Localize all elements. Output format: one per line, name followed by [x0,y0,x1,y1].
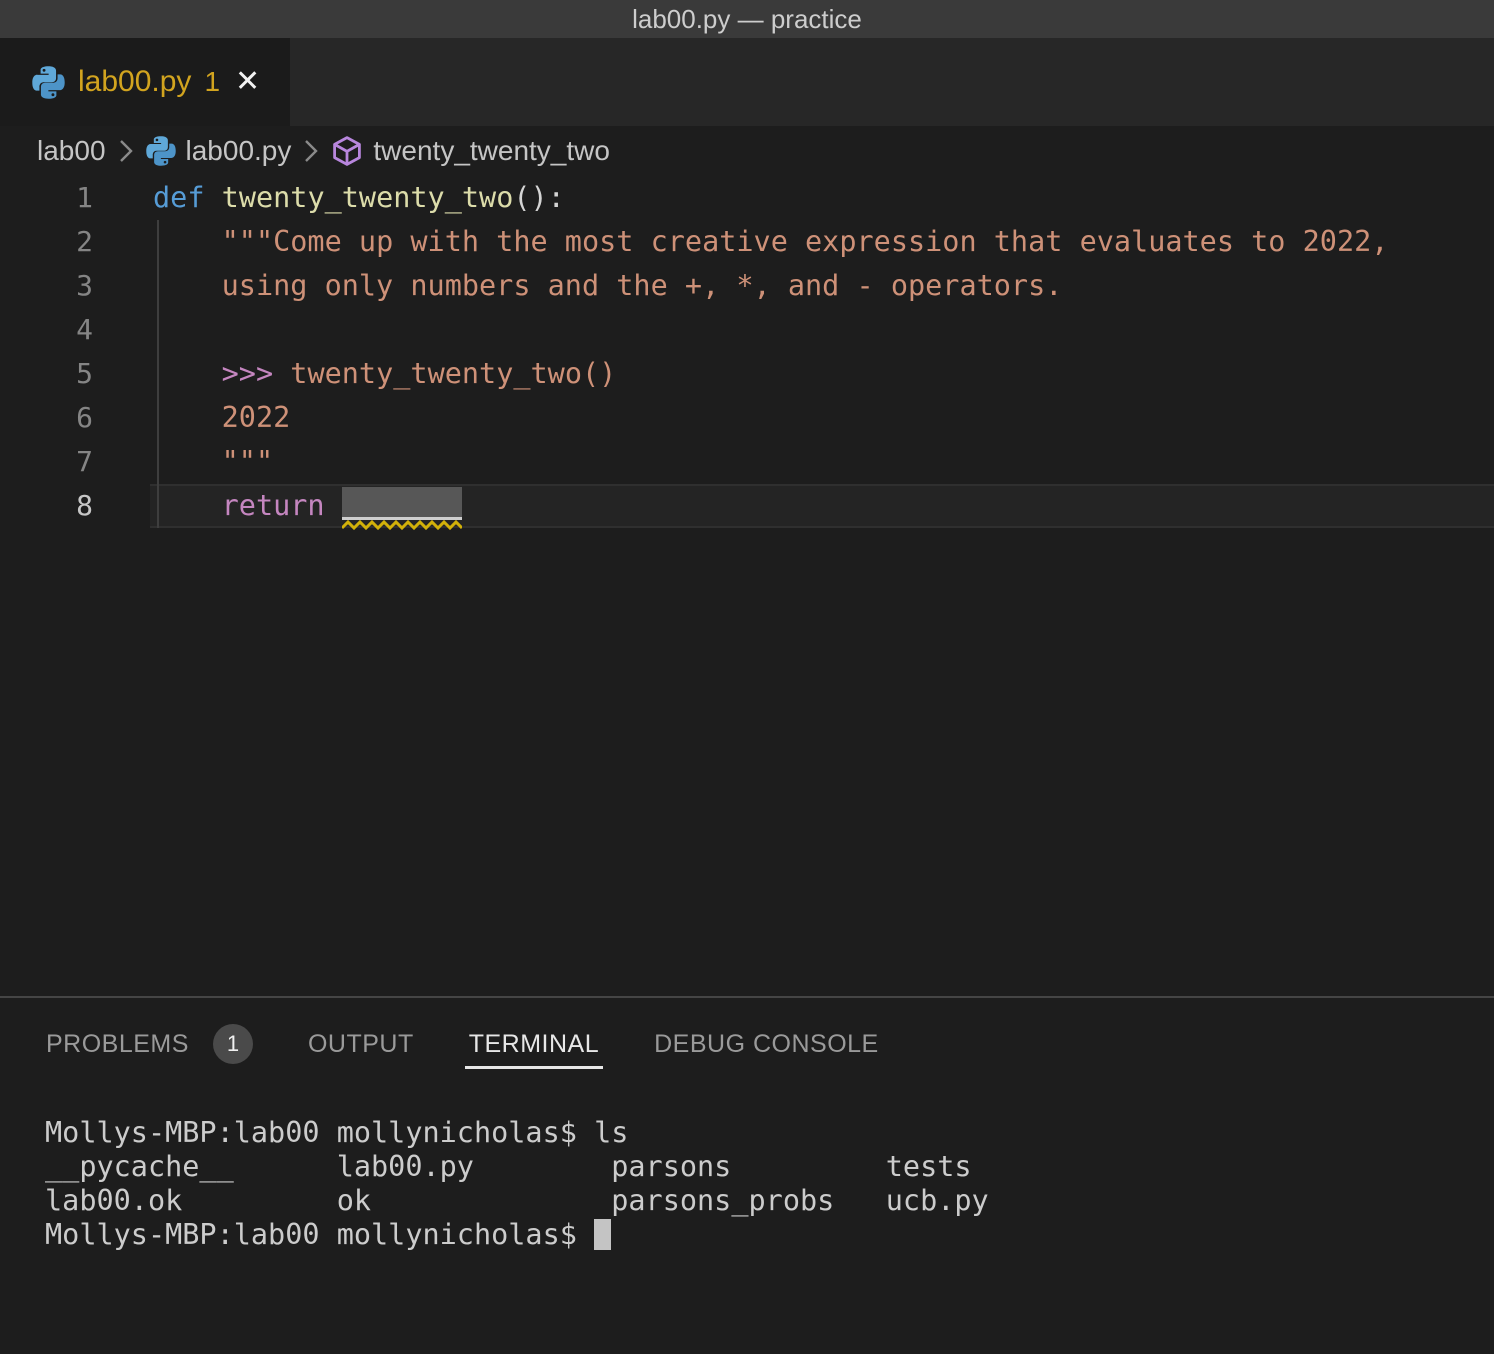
bottom-panel: PROBLEMS 1 OUTPUT TERMINAL DEBUG CONSOLE Mol… [0,996,1494,1354]
editor-tab-strip: lab00.py 1 ✕ [0,38,1494,126]
breadcrumb-file[interactable]: lab00.py [186,135,292,167]
line-number: 4 [0,308,93,352]
code-token [325,489,342,522]
code-token: """Come up with the most creative expres… [222,225,1389,258]
code-text: """ [153,440,273,484]
window-titlebar: lab00.py — practice [0,0,1494,38]
breadcrumb: lab00 lab00.py twenty_twenty_two [0,126,1494,176]
line-number: 6 [0,396,93,440]
panel-tab-debug-console[interactable]: DEBUG CONSOLE [654,998,879,1090]
code-line[interactable]: 8 return [0,484,1494,528]
terminal-text: __pycache__ lab00.py parsons tests [45,1150,972,1183]
indent-guide [157,220,159,528]
code-token: using only numbers and the +, *, and - o… [153,269,1062,302]
code-text: """Come up with the most creative expres… [153,220,1388,264]
terminal[interactable]: Mollys-MBP:lab00 mollynicholas$ ls__pyca… [0,1090,1494,1252]
line-number: 1 [0,176,93,220]
python-icon [32,66,65,99]
chevron-right-icon [118,138,134,164]
code-token [273,357,290,390]
line-number: 7 [0,440,93,484]
code-token: return [222,489,325,522]
code-editor[interactable]: 1def twenty_twenty_two():2 """Come up wi… [0,176,1494,996]
code-token: def [153,181,204,214]
code-token [153,357,222,390]
code-token: 2022 [153,401,290,434]
problems-count-badge: 1 [213,1024,253,1064]
code-token: (): [513,181,564,214]
code-lines: 1def twenty_twenty_two():2 """Come up wi… [0,176,1494,528]
panel-tab-problems[interactable]: PROBLEMS 1 [46,998,253,1090]
code-token: twenty_twenty_two() [290,357,616,390]
code-text: >>> twenty_twenty_two() [153,352,616,396]
panel-tab-label: PROBLEMS [46,1030,189,1059]
code-text: def twenty_twenty_two(): [153,176,565,220]
code-token [204,181,221,214]
code-line[interactable]: 1 def twenty_twenty_two(): [0,176,1494,220]
panel-tab-label: DEBUG CONSOLE [654,1030,879,1059]
terminal-line: __pycache__ lab00.py parsons tests [45,1150,1494,1184]
tab-problem-count: 1 [204,66,220,98]
close-icon[interactable]: ✕ [235,67,260,97]
tab-lab00py[interactable]: lab00.py 1 ✕ [0,38,290,126]
panel-tab-terminal[interactable]: TERMINAL [469,998,599,1090]
code-token: >>> [222,357,273,390]
code-text: return [153,484,462,528]
active-tab-underline [465,1066,603,1069]
code-line[interactable]: 2 """Come up with the most creative expr… [0,220,1494,264]
python-icon [146,136,176,166]
terminal-line: lab00.ok ok parsons_probs ucb.py [45,1184,1494,1218]
code-token [153,225,222,258]
code-token [153,489,222,522]
symbol-method-icon [331,135,363,167]
line-number: 5 [0,352,93,396]
panel-tabs: PROBLEMS 1 OUTPUT TERMINAL DEBUG CONSOLE [0,998,1494,1090]
line-number: 8 [0,484,93,528]
code-text: 2022 [153,396,290,440]
terminal-text: Mollys-MBP:lab00 mollynicholas$ [45,1218,594,1251]
terminal-text: lab00.ok ok parsons_probs ucb.py [45,1184,989,1217]
tab-filename: lab00.py [78,65,191,99]
code-line[interactable]: 6 2022 [0,396,1494,440]
breadcrumb-symbol[interactable]: twenty_twenty_two [373,135,610,167]
code-token: """ [153,445,273,478]
panel-tab-output[interactable]: OUTPUT [308,998,414,1090]
terminal-line: Mollys-MBP:lab00 mollynicholas$ ls [45,1116,1494,1150]
line-number: 3 [0,264,93,308]
code-line[interactable]: 7 """ [0,440,1494,484]
code-line[interactable]: 4 [0,308,1494,352]
line-number: 2 [0,220,93,264]
terminal-text: Mollys-MBP:lab00 mollynicholas$ ls [45,1116,628,1149]
panel-tab-label: OUTPUT [308,1030,414,1059]
code-line[interactable]: 5 >>> twenty_twenty_two() [0,352,1494,396]
terminal-line: Mollys-MBP:lab00 mollynicholas$ [45,1218,1494,1252]
window-title: lab00.py — practice [632,4,862,35]
selection-warning-box [342,487,462,520]
panel-tab-label: TERMINAL [469,1030,599,1059]
code-text: using only numbers and the +, *, and - o… [153,264,1062,308]
terminal-cursor [594,1219,611,1250]
code-token: twenty_twenty_two [222,181,514,214]
breadcrumb-folder[interactable]: lab00 [37,135,106,167]
chevron-right-icon [303,138,319,164]
code-line[interactable]: 3 using only numbers and the +, *, and -… [0,264,1494,308]
